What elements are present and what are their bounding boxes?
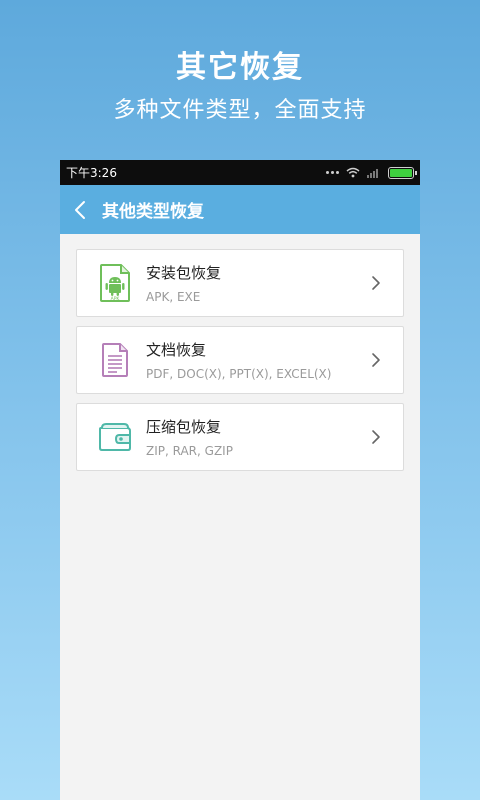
document-icon [93, 338, 137, 382]
chevron-right-icon [371, 352, 385, 368]
status-bar: 下午3:26 [60, 160, 420, 185]
list-item-title: 文档恢复 [146, 341, 207, 359]
chevron-right-icon [371, 275, 385, 291]
list-item-archive-recovery[interactable]: 压缩包恢复 ZIP, RAR, GZIP [76, 403, 404, 471]
recovery-type-list: APK 安装包恢复 APK, EXE 文档恢复 PDF, DOC(X), PPT… [60, 234, 420, 471]
back-button[interactable] [74, 196, 92, 224]
list-item-title: 压缩包恢复 [146, 418, 222, 436]
signal-icon [367, 168, 378, 178]
list-item-title: 安装包恢复 [146, 264, 222, 282]
app-bar: 其他类型恢复 [60, 185, 420, 234]
promo-subtitle: 多种文件类型，全面支持 [113, 98, 367, 123]
promo-title: 其它恢复 [176, 50, 304, 85]
status-time: 下午3:26 [66, 166, 117, 180]
phone-screen: 下午3:26 其他类型恢复 APK 安装包恢复 APK, EXE 文档恢复 PD… [60, 160, 420, 800]
more-dots-icon [326, 171, 339, 174]
wifi-icon [346, 167, 360, 178]
chevron-right-icon [371, 429, 385, 445]
page-title: 其他类型恢复 [102, 202, 204, 222]
list-item-subtitle: PDF, DOC(X), PPT(X), EXCEL(X) [146, 367, 332, 381]
chevron-left-icon [75, 200, 85, 219]
list-item-apk-recovery[interactable]: APK 安装包恢复 APK, EXE [76, 249, 404, 317]
status-icons [326, 166, 417, 179]
list-item-subtitle: ZIP, RAR, GZIP [146, 444, 233, 458]
list-item-document-recovery[interactable]: 文档恢复 PDF, DOC(X), PPT(X), EXCEL(X) [76, 326, 404, 394]
apk-file-icon: APK [93, 261, 137, 305]
archive-icon [93, 415, 137, 459]
list-item-subtitle: APK, EXE [146, 290, 201, 304]
apk-icon-label: APK [111, 296, 121, 302]
battery-icon [388, 166, 417, 179]
